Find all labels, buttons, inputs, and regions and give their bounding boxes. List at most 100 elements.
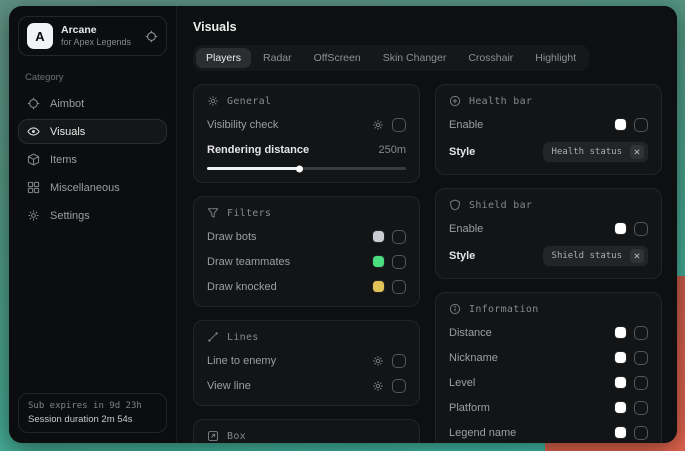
shield-enable-checkbox[interactable]: [634, 222, 648, 236]
visibility-check-checkbox[interactable]: [392, 118, 406, 132]
row-label: Draw bots: [207, 231, 257, 243]
tab-highlight[interactable]: Highlight: [525, 48, 586, 68]
row-label: Enable: [449, 119, 483, 131]
category-label: Category: [25, 72, 160, 83]
tab-skin-changer[interactable]: Skin Changer: [373, 48, 457, 68]
slider-thumb[interactable]: [296, 165, 303, 172]
gear-icon[interactable]: [372, 355, 384, 367]
clear-icon[interactable]: ✕: [630, 145, 644, 159]
right-column: Health bar Enable Style H: [435, 84, 662, 443]
eye-icon: [27, 125, 40, 138]
draw-teammates-checkbox[interactable]: [392, 255, 406, 269]
distance-checkbox[interactable]: [634, 326, 648, 340]
app-logo: A: [27, 23, 53, 49]
row-label: Level: [449, 377, 475, 389]
row-draw-knocked: Draw knocked: [207, 279, 406, 294]
left-column: General Visibility check Rendering di: [193, 84, 420, 443]
row-rendering-distance: Rendering distance 250m: [207, 142, 406, 157]
health-style-select[interactable]: Health status ✕: [543, 142, 648, 162]
row-level: Level: [449, 375, 648, 390]
line-to-enemy-checkbox[interactable]: [392, 354, 406, 368]
crosshair-icon: [27, 97, 40, 110]
row-label: Style: [449, 146, 475, 158]
draw-knocked-color-swatch[interactable]: [373, 281, 384, 292]
panel-filters: Filters Draw bots Draw teammates: [193, 196, 420, 307]
health-color-swatch[interactable]: [615, 119, 626, 130]
row-label: Line to enemy: [207, 355, 276, 367]
sidebar: A Arcane for Apex Legends Category Aimbo…: [9, 6, 177, 443]
level-checkbox[interactable]: [634, 376, 648, 390]
row-visibility-check: Visibility check: [207, 117, 406, 132]
tabbar: Players Radar OffScreen Skin Changer Cro…: [193, 45, 589, 71]
row-label: Enable: [449, 223, 483, 235]
sidebar-item-label: Settings: [50, 210, 90, 222]
panel-title: Shield bar: [469, 200, 532, 211]
shield-color-swatch[interactable]: [615, 223, 626, 234]
target-icon[interactable]: [145, 30, 158, 43]
select-value: Shield status: [552, 251, 622, 261]
row-shield-style: Style Shield status ✕: [449, 246, 648, 266]
draw-teammates-color-swatch[interactable]: [373, 256, 384, 267]
select-value: Health status: [552, 147, 622, 157]
row-label: Visibility check: [207, 119, 278, 131]
rendering-distance-value: 250m: [378, 144, 406, 156]
nickname-checkbox[interactable]: [634, 351, 648, 365]
row-legend-name: Legend name: [449, 425, 648, 440]
tab-players[interactable]: Players: [196, 48, 251, 68]
panel-shield-bar: Shield bar Enable Style S: [435, 188, 662, 279]
row-shield-enable: Enable: [449, 221, 648, 236]
rendering-distance-slider[interactable]: [207, 167, 406, 170]
shield-icon: [449, 199, 461, 211]
sub-expires-text: Sub expires in 9d 23h: [28, 401, 157, 411]
row-label: Legend name: [449, 427, 516, 439]
sidebar-item-visuals[interactable]: Visuals: [18, 119, 167, 144]
row-label: Platform: [449, 402, 490, 414]
platform-color-swatch[interactable]: [615, 402, 626, 413]
tab-offscreen[interactable]: OffScreen: [304, 48, 371, 68]
panel-title: Lines: [227, 332, 259, 343]
draw-knocked-checkbox[interactable]: [392, 280, 406, 294]
row-platform: Platform: [449, 400, 648, 415]
row-distance: Distance: [449, 325, 648, 340]
row-label: View line: [207, 380, 251, 392]
panel-title: Information: [469, 304, 539, 315]
main-area: Visuals Players Radar OffScreen Skin Cha…: [177, 6, 677, 443]
legend-name-color-swatch[interactable]: [615, 427, 626, 438]
level-color-swatch[interactable]: [615, 377, 626, 388]
box-icon: [207, 430, 219, 442]
sidebar-item-label: Items: [50, 154, 77, 166]
row-label: Distance: [449, 327, 492, 339]
row-view-line: View line: [207, 378, 406, 393]
row-label: Style: [449, 250, 475, 262]
tab-crosshair[interactable]: Crosshair: [458, 48, 523, 68]
app-logo-card: A Arcane for Apex Legends: [18, 16, 167, 56]
sidebar-item-label: Visuals: [50, 126, 85, 138]
tab-radar[interactable]: Radar: [253, 48, 302, 68]
app-window: A Arcane for Apex Legends Category Aimbo…: [9, 6, 677, 443]
app-subtitle: for Apex Legends: [61, 37, 131, 48]
view-line-checkbox[interactable]: [392, 379, 406, 393]
sidebar-item-aimbot[interactable]: Aimbot: [18, 91, 167, 116]
grid-icon: [27, 181, 40, 194]
clear-icon[interactable]: ✕: [630, 249, 644, 263]
row-draw-bots: Draw bots: [207, 229, 406, 244]
row-line-to-enemy: Line to enemy: [207, 353, 406, 368]
nickname-color-swatch[interactable]: [615, 352, 626, 363]
sidebar-item-items[interactable]: Items: [18, 147, 167, 172]
line-icon: [207, 331, 219, 343]
gear-icon[interactable]: [372, 119, 384, 131]
row-label: Draw teammates: [207, 256, 290, 268]
screen: A Arcane for Apex Legends Category Aimbo…: [0, 0, 685, 451]
sidebar-item-settings[interactable]: Settings: [18, 203, 167, 228]
legend-name-checkbox[interactable]: [634, 426, 648, 440]
draw-bots-color-swatch[interactable]: [373, 231, 384, 242]
shield-style-select[interactable]: Shield status ✕: [543, 246, 648, 266]
distance-color-swatch[interactable]: [615, 327, 626, 338]
draw-bots-checkbox[interactable]: [392, 230, 406, 244]
platform-checkbox[interactable]: [634, 401, 648, 415]
session-duration-text: Session duration 2m 54s: [28, 414, 157, 425]
gear-icon[interactable]: [372, 380, 384, 392]
health-enable-checkbox[interactable]: [634, 118, 648, 132]
sidebar-item-miscellaneous[interactable]: Miscellaneous: [18, 175, 167, 200]
sun-gear-icon: [207, 95, 219, 107]
